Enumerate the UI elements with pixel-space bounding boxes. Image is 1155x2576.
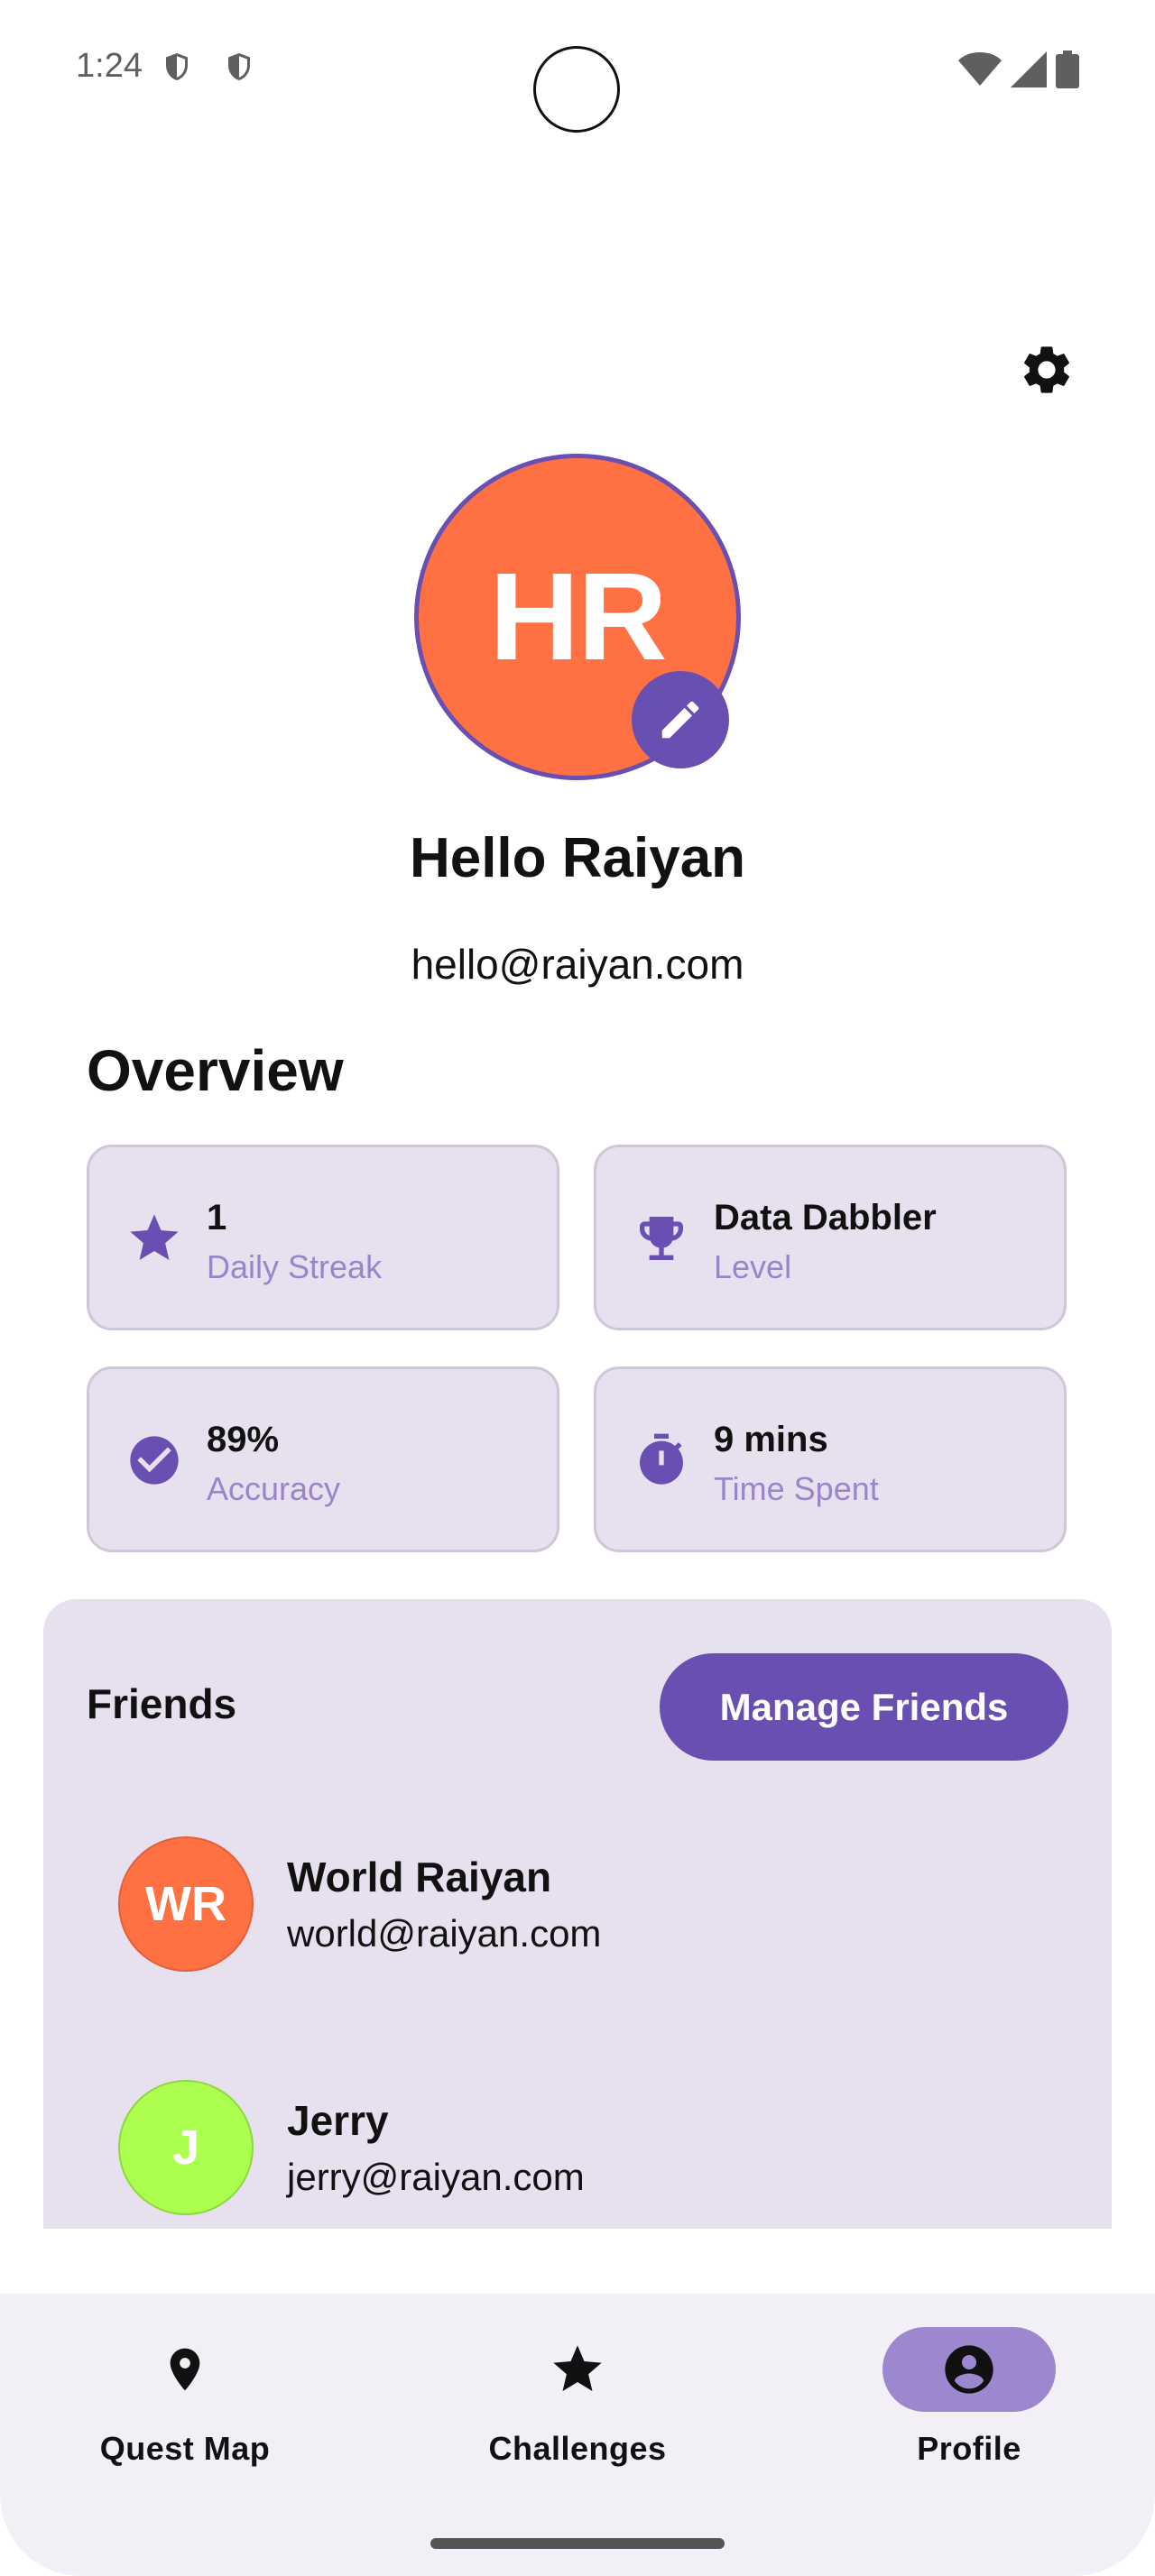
location-pin-icon xyxy=(170,2348,200,2391)
camera-cutout xyxy=(533,46,620,133)
shield-icon xyxy=(166,53,188,80)
nav-item-profile[interactable]: Profile xyxy=(867,2327,1071,2468)
stat-label: Time Spent xyxy=(714,1470,879,1507)
manage-friends-button[interactable]: Manage Friends xyxy=(660,1653,1068,1761)
check-circle-icon xyxy=(130,1436,179,1485)
settings-gear-icon[interactable] xyxy=(1018,341,1076,399)
friend-list-item[interactable]: J Jerry jerry@raiyan.com xyxy=(118,2080,1075,2215)
stat-value: 1 xyxy=(207,1198,227,1237)
stat-value: 9 mins xyxy=(714,1420,828,1459)
nav-item-challenges[interactable]: Challenges xyxy=(476,2327,679,2468)
nav-item-quest-map[interactable]: Quest Map xyxy=(83,2327,287,2468)
stat-label: Accuracy xyxy=(207,1470,341,1507)
timer-icon xyxy=(640,1433,683,1485)
friend-list-item[interactable]: WR World Raiyan world@raiyan.com xyxy=(118,1836,1075,1972)
friend-email: world@raiyan.com xyxy=(287,1912,602,1955)
stat-value: 89% xyxy=(207,1420,280,1459)
overview-title: Overview xyxy=(87,1038,344,1103)
user-email: hello@raiyan.com xyxy=(411,941,744,988)
nav-label: Profile xyxy=(917,2430,1021,2467)
user-greeting: Hello Raiyan xyxy=(409,827,746,889)
status-icons xyxy=(958,51,1079,88)
edit-avatar-button[interactable] xyxy=(632,671,729,768)
stat-card-time-spent: 9 mins Time Spent xyxy=(594,1366,1067,1552)
status-time: 1:24 xyxy=(76,47,143,85)
friend-email: jerry@raiyan.com xyxy=(287,2156,585,2198)
pencil-icon xyxy=(661,701,699,739)
stat-label: Level xyxy=(714,1248,792,1285)
battery-icon xyxy=(1056,51,1079,88)
friend-avatar: WR xyxy=(118,1836,254,1972)
signal-icon xyxy=(1011,51,1047,87)
account-circle-icon xyxy=(945,2345,993,2394)
nav-icon-container xyxy=(98,2327,272,2412)
home-indicator[interactable] xyxy=(430,2538,725,2549)
stat-card-accuracy: 89% Accuracy xyxy=(87,1366,559,1552)
stat-card-level: Data Dabbler Level xyxy=(594,1145,1067,1330)
nav-label: Quest Map xyxy=(99,2430,271,2467)
nav-icon-container xyxy=(491,2327,664,2412)
stat-label: Daily Streak xyxy=(207,1248,383,1285)
avatar-initials: HR xyxy=(489,547,667,686)
trophy-icon xyxy=(640,1217,683,1260)
friend-avatar: J xyxy=(118,2080,254,2215)
stat-value: Data Dabbler xyxy=(714,1198,937,1237)
nav-label: Challenges xyxy=(488,2430,667,2467)
shield-icon xyxy=(228,53,250,80)
star-icon xyxy=(553,2345,602,2391)
stat-card-daily-streak: 1 Daily Streak xyxy=(87,1145,559,1330)
friends-title: Friends xyxy=(87,1680,237,1727)
friend-name: World Raiyan xyxy=(287,1854,552,1900)
star-icon xyxy=(130,1214,179,1260)
friend-name: Jerry xyxy=(287,2097,389,2144)
nav-active-indicator xyxy=(882,2327,1056,2412)
wifi-icon xyxy=(958,52,1002,86)
